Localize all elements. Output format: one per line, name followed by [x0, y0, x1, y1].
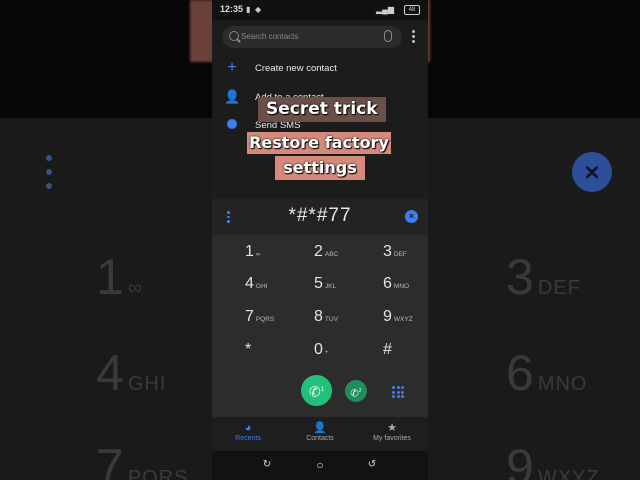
tab-contacts[interactable]: 👤 Contacts [284, 421, 356, 442]
key-8[interactable]: 8 TUV [314, 308, 370, 334]
tab-recents[interactable]: ◕ Recents [212, 421, 284, 442]
key-9[interactable]: 9 WXYZ [383, 308, 428, 334]
search-icon [229, 31, 239, 41]
back-icon[interactable]: ↺ [367, 460, 377, 470]
background-key-9: 9 WXYZ [506, 439, 600, 480]
background-key-1: 1 ∞ [96, 249, 144, 305]
battery-icon: 48 [404, 5, 420, 15]
message-icon [224, 117, 240, 133]
key-1[interactable]: 1 ∞ [245, 243, 301, 269]
key-2[interactable]: 2 ABC [314, 243, 370, 269]
create-new-contact-item[interactable]: + Create new contact [212, 58, 428, 80]
bottom-nav: ◕ Recents 👤 Contacts ★ My favorites [212, 417, 428, 451]
status-bar: 12:35 ▮ ◆ ▂▄▆ 48 [212, 0, 428, 20]
recent-apps-icon[interactable]: ↻ [262, 460, 272, 470]
add-person-icon: 👤 [224, 89, 241, 104]
more-options-icon[interactable] [412, 30, 416, 45]
plus-icon: + [227, 59, 237, 76]
caption-settings: settings [275, 156, 365, 180]
background-more-icon [46, 155, 54, 197]
key-star[interactable]: * [245, 341, 301, 367]
home-icon[interactable]: ○ [315, 459, 325, 471]
background-key-3: 3 DEF [506, 249, 581, 305]
phone-icon: ✆ [308, 383, 321, 400]
key-4[interactable]: 4 GHI [245, 275, 301, 301]
key-0[interactable]: 0 + [314, 341, 370, 367]
dialpad-toggle-icon[interactable] [392, 386, 404, 398]
star-icon: ★ [387, 422, 397, 434]
tab-favorites[interactable]: ★ My favorites [356, 421, 428, 442]
call-sim2-button[interactable]: ✆2 [345, 380, 367, 402]
shield-icon: ◆ [255, 5, 262, 14]
phone-icon-2: ✆ [350, 388, 359, 400]
microphone-icon[interactable] [384, 30, 392, 42]
key-7[interactable]: 7 PQRS [245, 308, 301, 334]
caption-restore-factory: Restore factory [247, 132, 391, 154]
search-input[interactable]: Search contacts [241, 32, 298, 41]
backspace-icon[interactable]: × [405, 210, 418, 223]
dialed-number-row: *#*#77 × [212, 199, 428, 235]
clock-icon: ◕ [244, 422, 252, 434]
call-sim1-button[interactable]: ✆1 [301, 375, 332, 406]
dialpad: *#*#77 × 1 ∞ 2 ABC 3 DEF 4 GHI 5 JKL 6 MNO 7 PQ… [212, 199, 428, 417]
key-5[interactable]: 5 JKL [314, 275, 370, 301]
person-icon: 👤 [313, 422, 327, 434]
search-bar[interactable]: Search contacts [222, 26, 402, 48]
background-delete-icon: × [572, 152, 612, 192]
caption-secret-trick: Secret trick [258, 97, 386, 122]
key-6[interactable]: 6 MNO [383, 275, 428, 301]
status-time: 12:35 [220, 4, 244, 14]
signal-icon: ▂▄▆ [376, 5, 394, 14]
background-key-7: 7 PQRS [96, 439, 189, 480]
background-key-4: 4 GHI [96, 345, 167, 401]
background-key-6: 6 MNO [506, 345, 588, 401]
key-hash[interactable]: # [383, 341, 428, 367]
system-nav-bar: ↻ ○ ↺ [212, 451, 428, 480]
dialed-number: *#*#77 [288, 205, 352, 226]
phone-screen: 12:35 ▮ ◆ ▂▄▆ 48 Search contacts + Creat… [212, 0, 428, 480]
notification-icon: ▮ [246, 5, 251, 14]
key-3[interactable]: 3 DEF [383, 243, 428, 269]
create-new-contact-label: Create new contact [255, 63, 337, 74]
